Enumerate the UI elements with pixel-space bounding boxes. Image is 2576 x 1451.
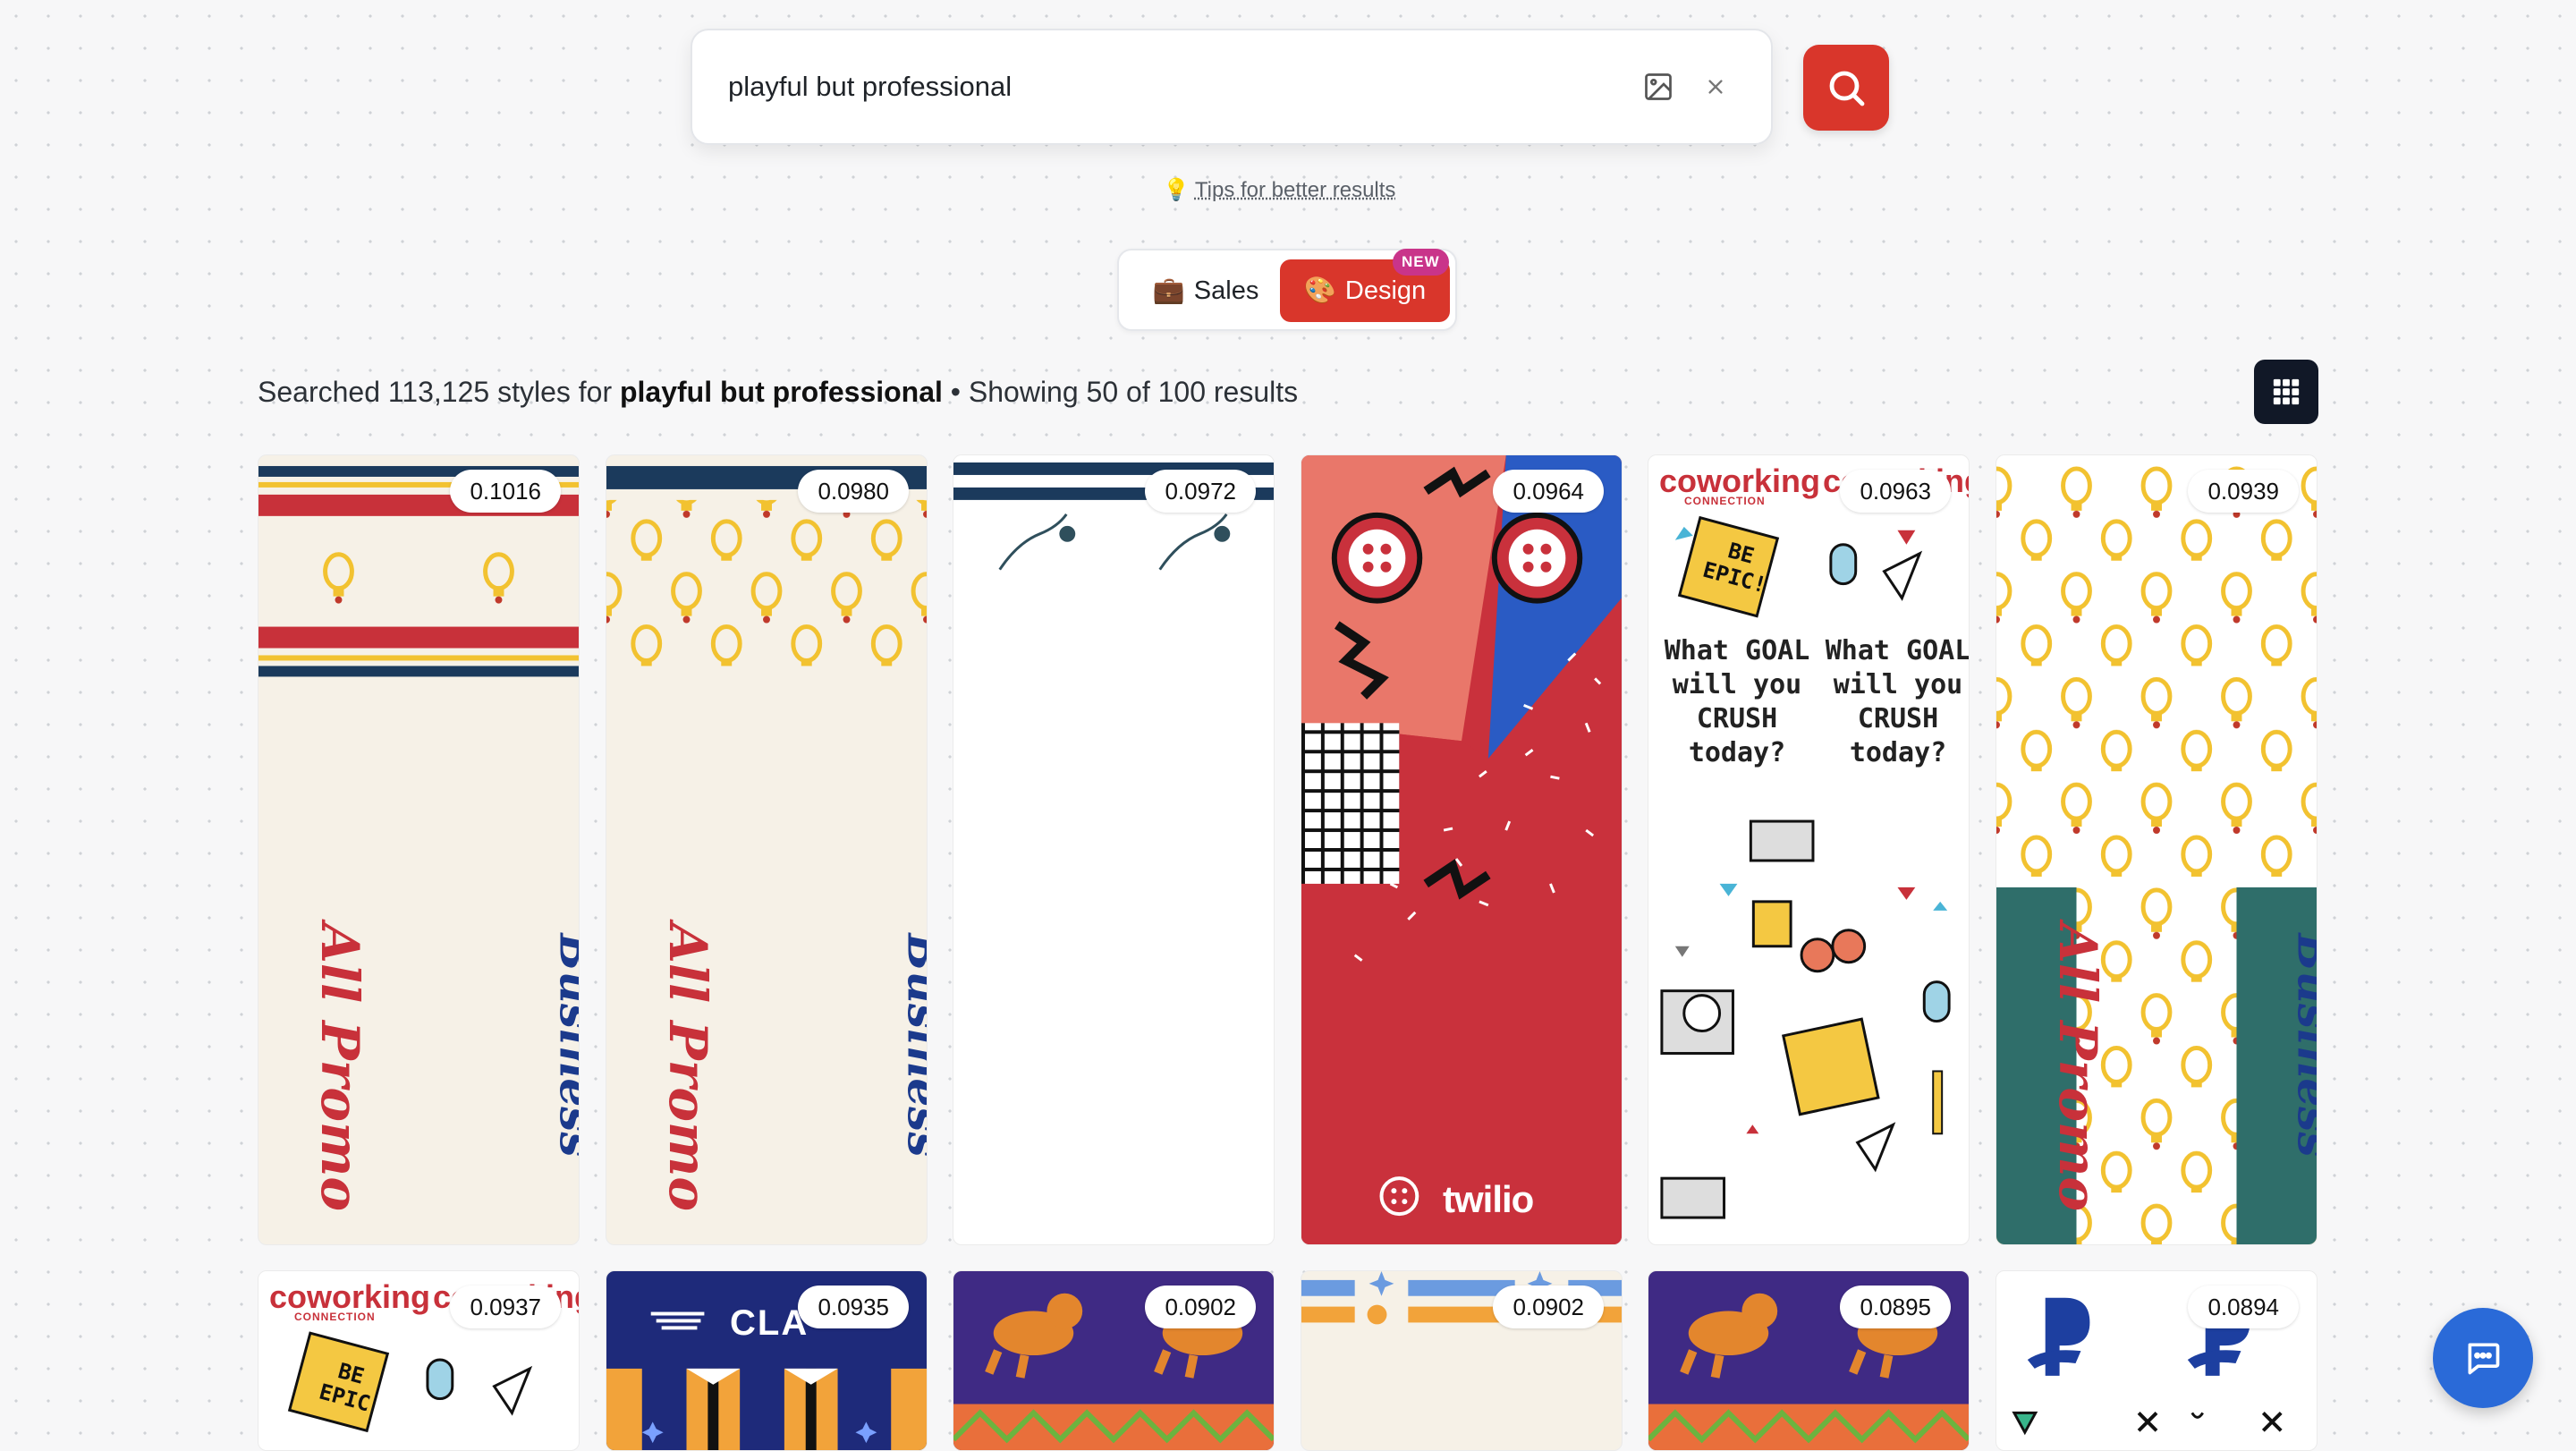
style-card[interactable]: All Promo Business 0.1016 [258,454,580,1245]
results-count: Showing 50 of 100 results [968,376,1299,408]
clear-search-icon[interactable] [1696,67,1735,106]
side-text-right: Business [2287,933,2318,1158]
card-artwork [1660,515,1951,1219]
style-card[interactable]: 0.0895 [1648,1270,1970,1451]
style-card[interactable]: All Promo Business 0.0939 [1996,454,2318,1245]
tips-label: Tips for better results [1194,177,1396,202]
card-artwork [258,465,579,677]
side-text-left: All Promo [2047,922,2109,1212]
style-card[interactable]: 0.0972 [953,454,1275,1245]
search-bar [691,29,1773,145]
style-card[interactable]: coworking CONNECTION coworking BE EPIC 0… [258,1270,580,1451]
question-text: What GOAL will you CRUSH today? [1825,635,1970,768]
results-separator: • [950,376,961,408]
card-artwork [1301,455,1622,1244]
tips-link[interactable]: 💡 Tips for better results [1163,177,1395,203]
tab-design-label: Design [1344,276,1427,305]
score-badge: 0.0902 [1145,1286,1256,1328]
results-query: playful but professional [619,376,943,408]
results-summary: Searched 113,125 styles for playful but … [258,376,1298,409]
cla-brand: CLA [730,1303,809,1343]
chat-button[interactable] [2433,1308,2533,1408]
search-button[interactable] [1803,45,1889,131]
lightbulb-icon: 💡 [1163,178,1190,202]
card-artwork [1996,455,2317,1244]
image-search-icon[interactable] [1639,67,1678,106]
score-badge: 0.0980 [798,470,909,513]
score-badge: 0.0963 [1840,470,1951,513]
style-card[interactable]: 0.0894 [1996,1270,2318,1451]
side-text-left: All Promo [657,922,719,1212]
mode-toggle: 💼 Sales 🎨 Design NEW [1117,249,1457,331]
score-badge: 0.0902 [1493,1286,1604,1328]
briefcase-icon: 💼 [1152,276,1185,305]
card-artwork [606,465,927,670]
grid-icon [2273,378,2300,405]
question-text: What GOAL will you CRUSH today? [1664,635,1810,768]
card-artwork [953,462,1274,571]
grid-view-button[interactable] [2254,360,2318,424]
score-badge: 0.0972 [1145,470,1256,513]
new-badge: NEW [1393,249,1449,276]
score-badge: 0.1016 [450,470,561,513]
style-card[interactable]: 0.0902 [1301,1270,1623,1451]
side-text-right: Business [897,933,928,1158]
style-card[interactable]: twilio 0.0964 [1301,454,1623,1245]
score-badge: 0.0964 [1493,470,1604,513]
score-badge: 0.0937 [450,1286,561,1328]
style-card[interactable]: 0.0902 [953,1270,1275,1451]
style-card[interactable]: coworking CONNECTION coworking BE EPIC! … [1648,454,1970,1245]
side-text-left: All Promo [309,922,371,1212]
chat-icon [2468,1343,2500,1375]
side-text-right: Business [549,933,580,1158]
search-input[interactable] [728,71,1621,103]
score-badge: 0.0939 [2188,470,2299,513]
style-card[interactable]: All Promo Business 0.0980 [606,454,928,1245]
tab-sales-label: Sales [1193,276,1259,305]
score-badge: 0.0894 [2188,1286,2299,1328]
score-badge: 0.0895 [1840,1286,1951,1328]
score-badge: 0.0935 [798,1286,909,1328]
palette-icon: 🎨 [1303,276,1336,305]
tab-sales[interactable]: 💼 Sales [1130,259,1282,322]
twilio-logo-text: twilio [1443,1178,1534,1220]
style-card[interactable]: CLA 0.0935 [606,1270,928,1451]
results-prefix: Searched 113,125 styles for [258,376,613,408]
